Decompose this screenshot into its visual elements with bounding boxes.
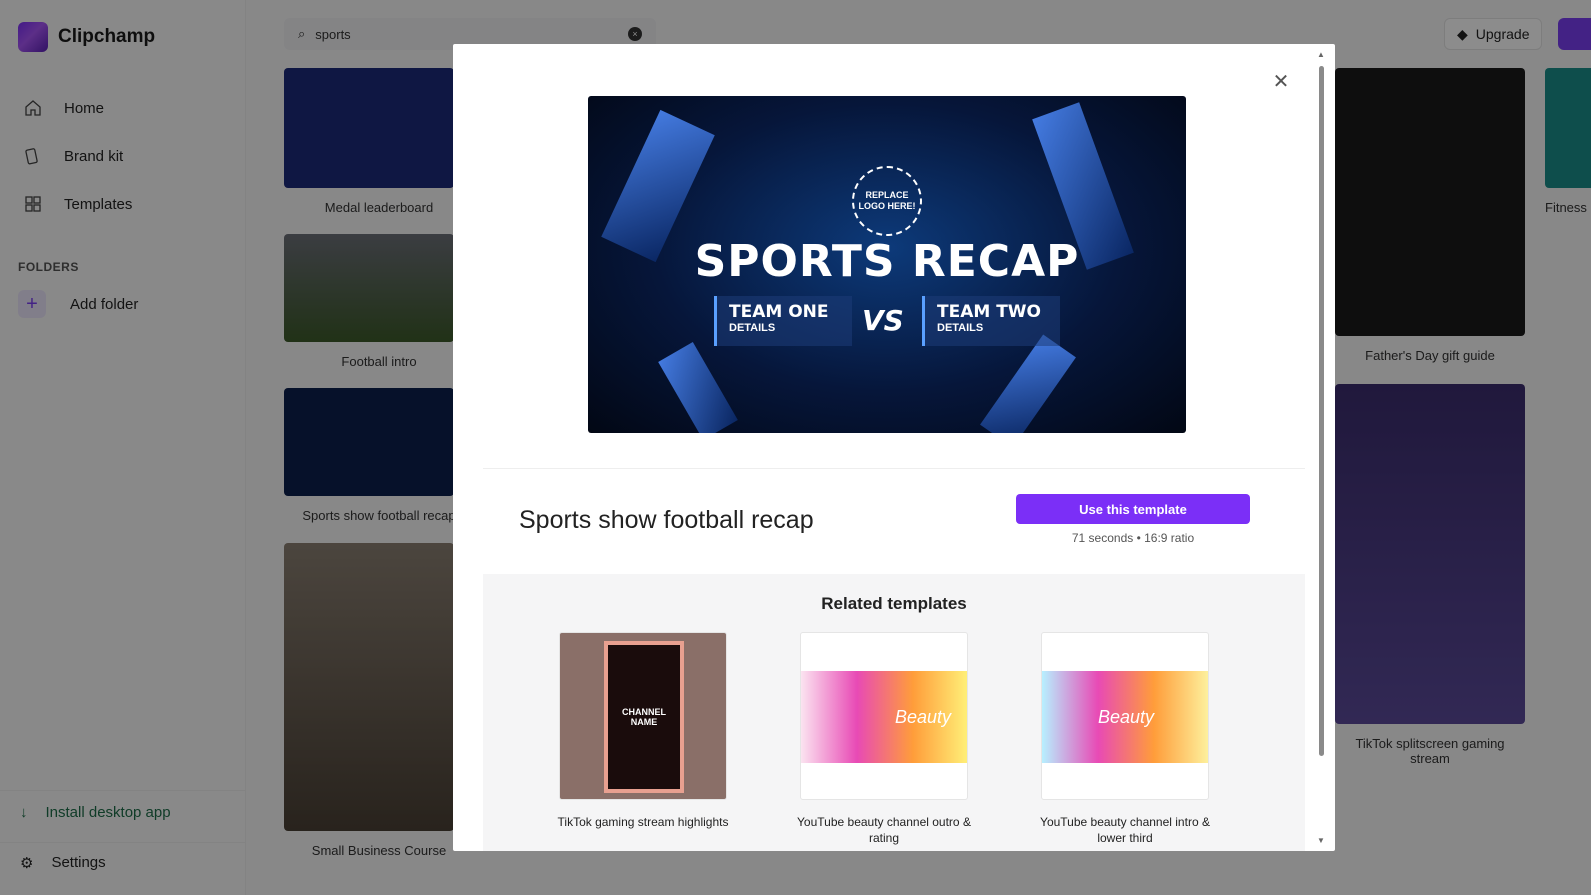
modal-scrollbar[interactable]: ▲ ▼ (1317, 50, 1325, 845)
related-template-card[interactable]: Beauty (800, 632, 968, 800)
versus-label: VS (862, 304, 904, 337)
preview-headline: SPORTS RECAP (694, 236, 1080, 287)
team-one-block: TEAM ONE DETAILS (714, 296, 852, 346)
decorative-shard (980, 334, 1076, 433)
logo-placeholder: REPLACE LOGO HERE! (852, 166, 922, 236)
related-thumb-text: Beauty (1042, 671, 1208, 763)
scroll-thumb[interactable] (1319, 66, 1324, 756)
divider (483, 468, 1305, 469)
scroll-up-icon[interactable]: ▲ (1317, 50, 1325, 59)
team-one-details: DETAILS (729, 322, 776, 334)
related-thumb-text: Beauty (801, 671, 967, 763)
related-templates-section: Related templates CHANNEL NAME TikTok ga… (483, 574, 1305, 851)
related-template-card[interactable]: Beauty (1041, 632, 1209, 800)
related-template-card[interactable]: CHANNEL NAME (559, 632, 727, 800)
related-template-caption: YouTube beauty channel intro & lower thi… (1040, 815, 1210, 845)
team-one-name: TEAM ONE (729, 302, 829, 322)
team-two-block: TEAM TWO DETAILS (922, 296, 1060, 346)
template-video-preview[interactable]: REPLACE LOGO HERE! SPORTS RECAP TEAM ONE… (588, 96, 1186, 433)
related-template-caption: TikTok gaming stream highlights (557, 815, 729, 829)
use-this-template-button[interactable]: Use this template (1016, 494, 1250, 524)
related-thumb-text: CHANNEL NAME (604, 641, 684, 793)
decorative-shard (658, 342, 738, 433)
template-title: Sports show football recap (519, 506, 814, 534)
template-preview-modal: ✕ REPLACE LOGO HERE! SPORTS RECAP TEAM O… (453, 44, 1335, 851)
template-meta: 71 seconds • 16:9 ratio (1071, 531, 1195, 545)
team-two-details: DETAILS (937, 322, 984, 334)
close-icon[interactable]: ✕ (1271, 72, 1291, 92)
related-template-caption: YouTube beauty channel outro & rating (797, 815, 971, 845)
app-root: Clipchamp Home Brand kit Templates FOLDE… (0, 0, 1591, 895)
team-two-name: TEAM TWO (937, 302, 1042, 322)
scroll-down-icon[interactable]: ▼ (1317, 836, 1325, 845)
related-templates-heading: Related templates (821, 594, 967, 613)
